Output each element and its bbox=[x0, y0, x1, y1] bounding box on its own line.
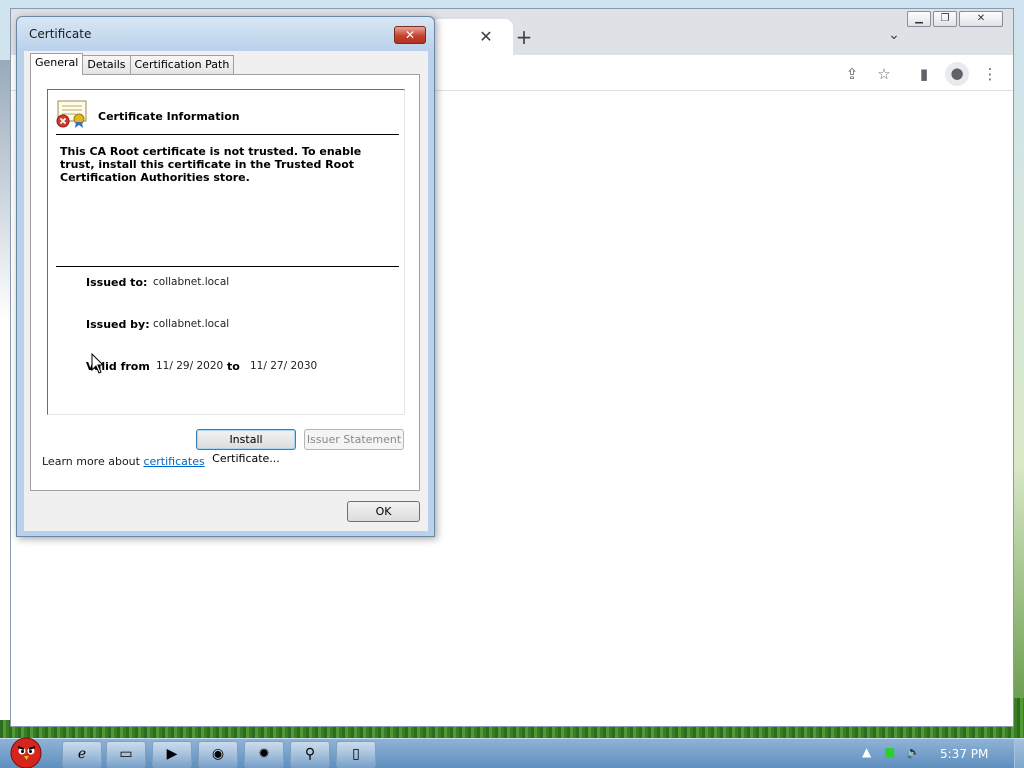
install-certificate-button[interactable]: Install Certificate... bbox=[196, 429, 296, 465]
mouse-cursor-icon bbox=[91, 353, 105, 374]
maximize-button[interactable]: ❐ bbox=[933, 11, 957, 27]
trust-warning-text: This CA Root certificate is not trusted.… bbox=[60, 145, 362, 184]
divider bbox=[56, 266, 399, 267]
valid-to-label: to bbox=[227, 360, 240, 373]
divider bbox=[56, 134, 399, 135]
tab-certification-path[interactable]: Certification Path bbox=[129, 55, 235, 75]
issued-by-label: Issued by: bbox=[86, 318, 150, 331]
dialog-close-button[interactable]: ✕ bbox=[394, 26, 426, 44]
minimize-button[interactable]: ▁ bbox=[907, 11, 931, 27]
certificates-link[interactable]: certificates bbox=[143, 455, 204, 468]
folder-icon[interactable]: ▭ bbox=[106, 741, 146, 768]
tab-close-icon[interactable]: ✕ bbox=[475, 26, 497, 48]
ok-button[interactable]: OK bbox=[347, 501, 420, 522]
volume-icon[interactable]: 🔈 bbox=[906, 745, 921, 759]
certificate-warning-icon bbox=[56, 100, 87, 128]
dialog-body: General Details Certification Path Certi… bbox=[24, 51, 428, 531]
dialog-titlebar[interactable]: Certificate ✕ bbox=[17, 17, 434, 51]
tab-search-icon[interactable]: ⌄ bbox=[883, 27, 905, 49]
certificate-info-title: Certificate Information bbox=[98, 110, 240, 123]
start-button-icon[interactable] bbox=[2, 733, 50, 768]
profile-icon[interactable]: ● bbox=[945, 62, 969, 86]
star-icon[interactable]: ☆ bbox=[873, 63, 895, 85]
side-panel-icon[interactable]: ▮ bbox=[913, 63, 935, 85]
media-player-icon[interactable]: ▶ bbox=[152, 741, 192, 768]
new-tab-button[interactable]: + bbox=[511, 25, 537, 51]
tab-details[interactable]: Details bbox=[82, 55, 131, 75]
network-icon[interactable]: ⚲ bbox=[290, 741, 330, 768]
issued-by-value: collabnet.local bbox=[153, 318, 230, 330]
show-hidden-icons-icon[interactable]: ▲ bbox=[862, 745, 871, 759]
menu-icon[interactable]: ⋮ bbox=[979, 63, 1001, 85]
issued-to-value: collabnet.local bbox=[153, 276, 230, 288]
issuer-statement-button: Issuer Statement bbox=[304, 429, 404, 450]
window-close-button[interactable]: ✕ bbox=[959, 11, 1003, 27]
valid-from-value: 11/ 29/ 2020 bbox=[156, 360, 224, 372]
learn-more-text: Learn more about certificates bbox=[42, 455, 205, 468]
issued-to-label: Issued to: bbox=[86, 276, 148, 289]
chrome-icon[interactable]: ◉ bbox=[198, 741, 238, 768]
settings-icon[interactable]: ✹ bbox=[244, 741, 284, 768]
window-controls: ▁ ❐ ✕ bbox=[907, 11, 1003, 27]
browser-tab[interactable] bbox=[431, 19, 513, 55]
tab-general[interactable]: General bbox=[30, 53, 84, 75]
dialog-tabs: General Details Certification Path bbox=[30, 53, 235, 75]
valid-to-value: 11/ 27/ 2030 bbox=[250, 360, 318, 372]
document-icon[interactable]: ▯ bbox=[336, 741, 376, 768]
internet-explorer-icon[interactable]: ℯ bbox=[62, 741, 102, 768]
general-tab-panel: Certificate Information This CA Root cer… bbox=[30, 74, 420, 491]
certificate-dialog: Certificate ✕ General Details Certificat… bbox=[16, 16, 435, 537]
dialog-title: Certificate bbox=[29, 27, 92, 41]
learn-more-prefix: Learn more about bbox=[42, 455, 144, 468]
taskbar-clock[interactable]: 5:37 PM bbox=[940, 747, 988, 761]
taskbar: ℯ ▭ ▶ ◉ ✹ ⚲ ▯ ▲ ■ 🔈 5:37 PM bbox=[0, 737, 1024, 768]
show-desktop-button[interactable] bbox=[1014, 739, 1024, 768]
network-status-icon[interactable]: ■ bbox=[884, 745, 895, 759]
share-icon[interactable]: ⇪ bbox=[841, 63, 863, 85]
